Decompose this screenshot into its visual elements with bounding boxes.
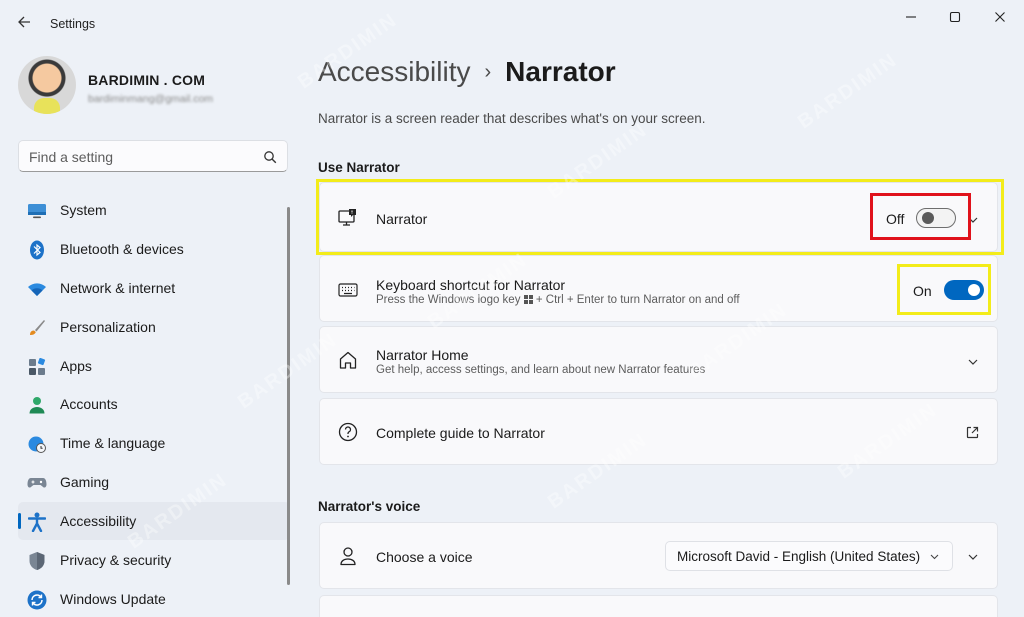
breadcrumb-parent[interactable]: Accessibility [318,56,470,88]
sidebar-item-time-language[interactable]: Time & language [18,424,290,462]
narrator-home-subtitle: Get help, access settings, and learn abo… [376,364,706,376]
chevron-down-icon[interactable] [967,551,979,563]
sidebar-item-personalization[interactable]: Personalization [18,308,290,346]
sidebar-item-label: Network & internet [60,279,176,296]
apps-icon [27,357,47,377]
sidebar-nav: System Bluetooth & devices Network & int… [18,191,290,617]
maximize-button[interactable] [932,4,978,30]
sidebar-item-windows-update[interactable]: Windows Update [18,580,290,617]
close-icon [995,12,1005,22]
section-title-narrators-voice: Narrator's voice [318,499,421,514]
breadcrumb: Accessibility › Narrator [318,56,616,88]
annotation-highlight-shortcut-toggle [897,264,991,315]
back-arrow-icon [18,16,30,28]
accessibility-icon [27,512,47,533]
active-indicator [18,513,21,530]
sidebar-item-label: Personalization [60,318,156,335]
keyboard-shortcut-title: Keyboard shortcut for Narrator [376,277,566,293]
search-icon [264,151,277,164]
sidebar-item-label: Bluetooth & devices [60,240,184,257]
sidebar-item-bluetooth[interactable]: Bluetooth & devices [18,230,290,268]
narrator-home-row[interactable]: Narrator Home Get help, access settings,… [319,326,998,393]
close-button[interactable] [977,4,1023,30]
subtitle-part-1: Press the Windows logo key [376,294,521,306]
sidebar-item-system[interactable]: System [18,191,290,229]
bluetooth-icon [27,240,47,260]
section-title-use-narrator: Use Narrator [318,160,400,175]
chevron-down-icon[interactable] [967,356,979,368]
voice-select[interactable]: Microsoft David - English (United States… [665,541,953,571]
next-setting-row [319,595,998,617]
sidebar-scrollbar[interactable] [287,207,290,585]
external-link-icon[interactable] [966,426,979,439]
app-title: Settings [50,17,96,31]
search-placeholder: Find a setting [29,149,114,165]
narrator-home-title: Narrator Home [376,347,469,363]
watermark: BARDIMIN [793,48,902,134]
maximize-icon [949,11,961,23]
user-profile[interactable]: BARDIMIN . COM bardiminmang@gmail.com [18,56,288,120]
accounts-icon [27,395,47,415]
profile-email: bardiminmang@gmail.com [88,93,214,105]
sidebar-item-label: System [60,202,107,218]
minimize-icon [906,16,916,18]
sidebar-item-privacy-security[interactable]: Privacy & security [18,541,290,579]
update-icon [27,590,47,610]
sidebar-item-label: Accounts [60,396,118,413]
sidebar-item-label: Accessibility [60,513,137,530]
complete-guide-title: Complete guide to Narrator [376,425,545,441]
home-icon [337,349,359,371]
keyboard-icon [337,279,359,301]
sidebar-item-apps[interactable]: Apps [18,347,290,385]
sidebar-item-accessibility[interactable]: Accessibility [18,502,290,541]
annotation-highlight-narrator-toggle [870,193,971,240]
sidebar-item-label: Gaming [60,474,110,491]
back-button[interactable] [12,10,36,34]
sidebar-item-network[interactable]: Network & internet [18,269,290,307]
choose-voice-title: Choose a voice [376,549,473,565]
minimize-button[interactable] [888,4,934,30]
avatar [18,56,76,114]
sidebar-item-gaming[interactable]: Gaming [18,463,290,501]
complete-guide-row[interactable]: Complete guide to Narrator [319,398,998,465]
brush-icon [27,318,47,338]
sidebar-item-label: Apps [60,357,92,374]
sidebar-item-label: Windows Update [60,590,166,607]
voice-select-value: Microsoft David - English (United States… [677,549,921,564]
title-bar: Settings [0,0,1024,40]
system-icon [27,201,47,221]
breadcrumb-separator: › [484,60,492,83]
page-description: Narrator is a screen reader that describ… [318,111,706,126]
help-icon [337,421,359,443]
keyboard-shortcut-subtitle: Press the Windows logo key + Ctrl + Ente… [376,294,740,306]
chevron-down-icon [930,554,939,560]
page-title: Narrator [505,56,616,87]
person-voice-icon [337,545,359,567]
sidebar-item-label: Time & language [60,435,166,452]
sidebar-item-accounts[interactable]: Accounts [18,385,290,423]
search-input[interactable]: Find a setting [18,140,288,172]
windows-logo-icon [523,295,533,304]
globe-clock-icon [27,434,47,454]
wifi-icon [27,279,47,299]
shield-icon [27,551,47,571]
sidebar-item-label: Privacy & security [60,552,172,569]
profile-name: BARDIMIN . COM [88,72,206,88]
subtitle-part-2: + Ctrl + Enter to turn Narrator on and o… [535,294,740,306]
gamepad-icon [27,473,47,493]
